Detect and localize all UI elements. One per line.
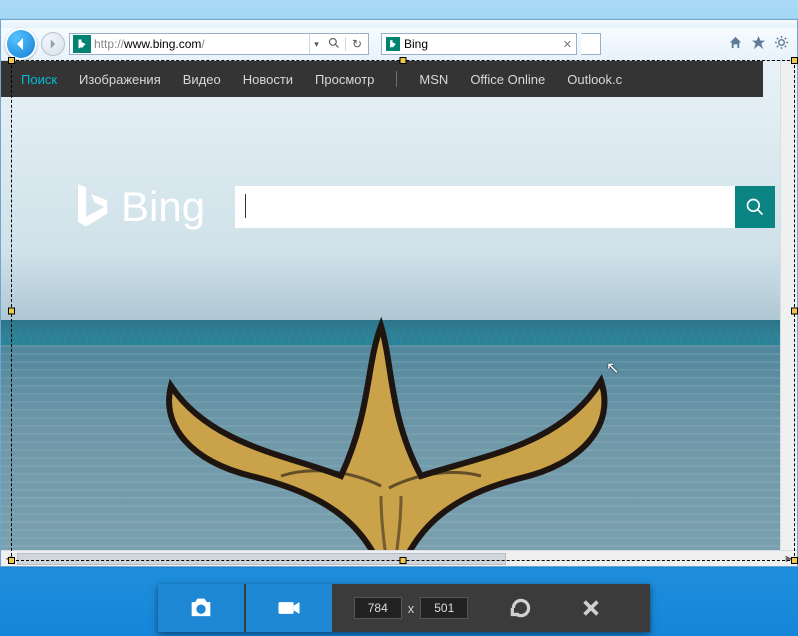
new-tab-button[interactable]: [581, 33, 601, 55]
camera-icon: [187, 594, 215, 622]
bing-logo-text: Bing: [121, 183, 205, 231]
nav-office[interactable]: Office Online: [470, 72, 545, 87]
capture-dimensions: 784 x 501: [336, 597, 486, 619]
bing-top-nav: Поиск Изображения Видео Новости Просмотр…: [1, 61, 763, 97]
capture-height[interactable]: 501: [420, 597, 468, 619]
nav-search[interactable]: Поиск: [21, 72, 57, 87]
bing-search-box[interactable]: [235, 186, 735, 228]
address-url: http://www.bing.com/: [94, 37, 309, 51]
ie-window: http://www.bing.com/ ▾ ↻ Bing ✕: [0, 19, 798, 567]
bing-search-area: Bing: [71, 181, 780, 233]
capture-width[interactable]: 784: [354, 597, 402, 619]
bing-logo: Bing: [71, 181, 205, 233]
site-badge-icon: [73, 35, 91, 53]
favorites-icon[interactable]: [751, 35, 766, 53]
nav-divider: [396, 71, 397, 87]
address-dropdown-button[interactable]: ▾: [309, 34, 323, 54]
address-bar[interactable]: http://www.bing.com/ ▾ ↻: [69, 33, 369, 55]
capture-screenshot-button[interactable]: [158, 584, 244, 632]
nav-outlook[interactable]: Outlook.c: [567, 72, 622, 87]
tools-icon[interactable]: [774, 35, 789, 53]
tab-close-button[interactable]: ✕: [563, 38, 572, 51]
tab-favicon-icon: [386, 37, 400, 51]
nav-images[interactable]: Изображения: [79, 72, 161, 87]
capture-undo-button[interactable]: [486, 584, 556, 632]
nav-msn[interactable]: MSN: [419, 72, 448, 87]
bing-search-input[interactable]: [235, 186, 695, 228]
nav-view[interactable]: Просмотр: [315, 72, 374, 87]
text-caret: [245, 194, 246, 218]
vertical-scrollbar[interactable]: [780, 61, 797, 550]
close-icon: [580, 597, 602, 619]
bing-logo-icon: [71, 181, 111, 233]
video-icon: [275, 594, 303, 622]
bing-search-button[interactable]: [735, 186, 775, 228]
url-protocol: http://: [94, 37, 124, 51]
capture-video-button[interactable]: [246, 584, 332, 632]
url-domain: www.bing.com: [124, 37, 201, 51]
scroll-thumb[interactable]: [17, 553, 506, 565]
nav-news[interactable]: Новости: [243, 72, 293, 87]
url-path: /: [201, 37, 204, 51]
nav-video[interactable]: Видео: [183, 72, 221, 87]
whale-tail-graphic: [131, 296, 651, 550]
dimension-separator: x: [408, 601, 415, 616]
refresh-button[interactable]: ↻: [346, 37, 368, 51]
undo-icon: [508, 595, 534, 621]
capture-toolbar: 784 x 501: [158, 584, 650, 632]
scroll-right-button[interactable]: ►: [781, 553, 797, 565]
home-icon[interactable]: [728, 35, 743, 53]
horizontal-scrollbar[interactable]: ◄ ►: [1, 550, 797, 566]
address-search-button[interactable]: [323, 37, 345, 52]
nav-forward-button[interactable]: [41, 32, 65, 56]
browser-tab[interactable]: Bing ✕: [381, 33, 577, 55]
ie-toolbar: http://www.bing.com/ ▾ ↻ Bing ✕: [1, 28, 797, 61]
scroll-left-button[interactable]: ◄: [1, 553, 17, 565]
bing-homepage: Поиск Изображения Видео Новости Просмотр…: [1, 61, 780, 550]
scroll-track[interactable]: [17, 551, 781, 566]
capture-cancel-button[interactable]: [556, 584, 626, 632]
tab-title: Bing: [404, 37, 559, 51]
nav-back-button[interactable]: [5, 28, 37, 60]
page-viewport: Поиск Изображения Видео Новости Просмотр…: [1, 61, 797, 550]
ie-titlebar: [1, 20, 797, 28]
